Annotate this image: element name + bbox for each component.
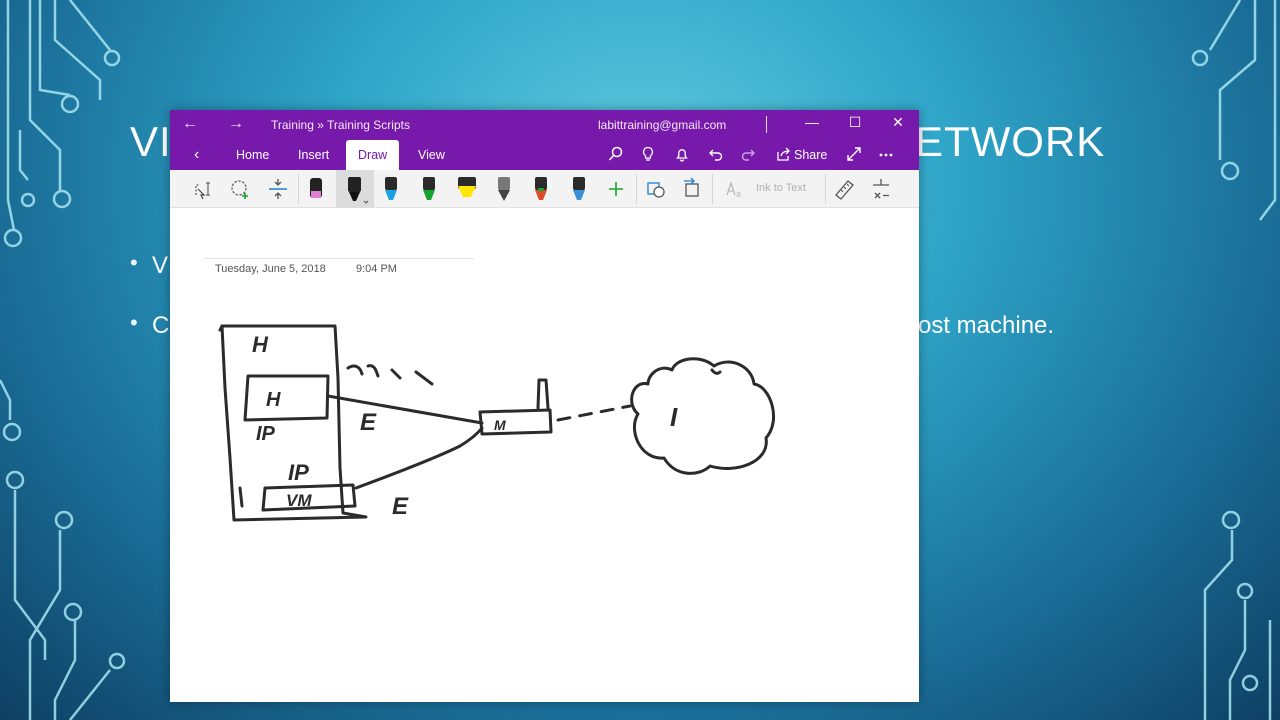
ink-drawing-network-diagram[interactable]: H H IP IP VM E E M I (170, 208, 919, 702)
share-icon[interactable] (774, 146, 794, 166)
label-ip-2: IP (288, 460, 309, 485)
minimize-button[interactable]: — (802, 114, 822, 130)
pencil-icon[interactable] (491, 175, 517, 203)
account-email[interactable]: labittraining@gmail.com (598, 118, 726, 132)
lightbulb-icon[interactable] (638, 146, 658, 166)
bullet-dot-1: • (130, 250, 138, 275)
tab-insert[interactable]: Insert (286, 140, 341, 170)
expand-icon[interactable] (844, 146, 864, 166)
slide-title-right: ETWORK (915, 118, 1106, 165)
ruler-icon[interactable] (832, 175, 858, 203)
onenote-window: ← → Training » Training Scripts labittra… (170, 110, 919, 702)
close-button[interactable]: ✕ (888, 114, 908, 131)
toolbar-divider (298, 174, 299, 204)
more-options-icon[interactable] (876, 146, 896, 166)
label-e-2: E (392, 493, 409, 520)
slide-bullet-2-right: ost machine. (918, 312, 1055, 339)
ink-to-text-icon[interactable]: a (722, 175, 748, 203)
pen-blue-icon[interactable] (378, 175, 404, 203)
note-page[interactable]: Tuesday, June 5, 2018 9:04 PM H H IP IP … (170, 208, 919, 702)
link-line-2 (354, 426, 484, 490)
maximize-button[interactable]: ☐ (845, 114, 865, 131)
ink-to-shape-icon[interactable] (643, 175, 669, 203)
slide-title-left: VI (130, 118, 172, 165)
title-bar: ← → Training » Training Scripts labittra… (170, 110, 919, 140)
breadcrumb[interactable]: Training » Training Scripts (271, 118, 410, 132)
modem-antenna (536, 378, 550, 410)
bullet-dot-2: • (130, 310, 138, 335)
tab-view[interactable]: View (406, 140, 457, 170)
add-pen-icon[interactable] (603, 175, 629, 203)
toolbar-divider (825, 174, 826, 204)
math-icon[interactable] (868, 175, 894, 203)
title-divider (766, 116, 767, 133)
svg-text:a: a (736, 189, 741, 199)
ink-replay-icon[interactable] (679, 175, 705, 203)
label-modem: M (494, 417, 506, 433)
pen-green-icon[interactable] (416, 175, 442, 203)
lasso-select-icon[interactable] (190, 175, 216, 203)
pen-red-icon[interactable] (528, 175, 554, 203)
insert-space-icon[interactable] (265, 175, 291, 203)
internet-cloud-stroke (630, 357, 776, 475)
draw-toolbar: a Ink to Text (170, 170, 919, 208)
nav-pane-back-icon[interactable]: ‹ (182, 140, 211, 170)
tab-home[interactable]: Home (224, 140, 281, 170)
label-inner-box: H (266, 389, 281, 411)
ink-to-text-label[interactable]: Ink to Text (756, 182, 806, 194)
pen-galaxy-icon[interactable] (566, 175, 592, 203)
label-vm: VM (286, 491, 312, 510)
link-line-1 (326, 394, 484, 425)
search-icon[interactable] (606, 146, 626, 166)
label-internet: I (670, 402, 678, 432)
redo-icon[interactable] (738, 146, 758, 166)
bell-icon[interactable] (672, 146, 692, 166)
label-e-1: E (360, 409, 377, 436)
modem-box-stroke (478, 408, 553, 436)
slide-bullet-1: V (152, 252, 169, 279)
toolbar-divider (636, 174, 637, 204)
pen-black-icon[interactable] (342, 175, 369, 204)
pen-pink-icon[interactable] (303, 175, 329, 203)
label-host-top: H (252, 332, 269, 357)
share-button[interactable]: Share (794, 148, 827, 162)
inner-box-stroke (243, 374, 330, 422)
tab-draw[interactable]: Draw (346, 140, 400, 170)
slide-bullet-2: C (152, 312, 170, 339)
add-shape-lasso-icon[interactable] (228, 175, 254, 203)
highlighter-yellow-icon[interactable] (454, 175, 480, 203)
ribbon-tabs: ‹ Home Insert Draw View Share (170, 140, 919, 170)
undo-icon[interactable] (706, 146, 726, 166)
dashed-link (556, 404, 632, 422)
label-ip-1: IP (256, 423, 276, 445)
back-arrow-icon[interactable]: ← (182, 115, 198, 133)
forward-arrow-icon[interactable]: → (228, 115, 244, 133)
toolbar-divider (712, 174, 713, 204)
